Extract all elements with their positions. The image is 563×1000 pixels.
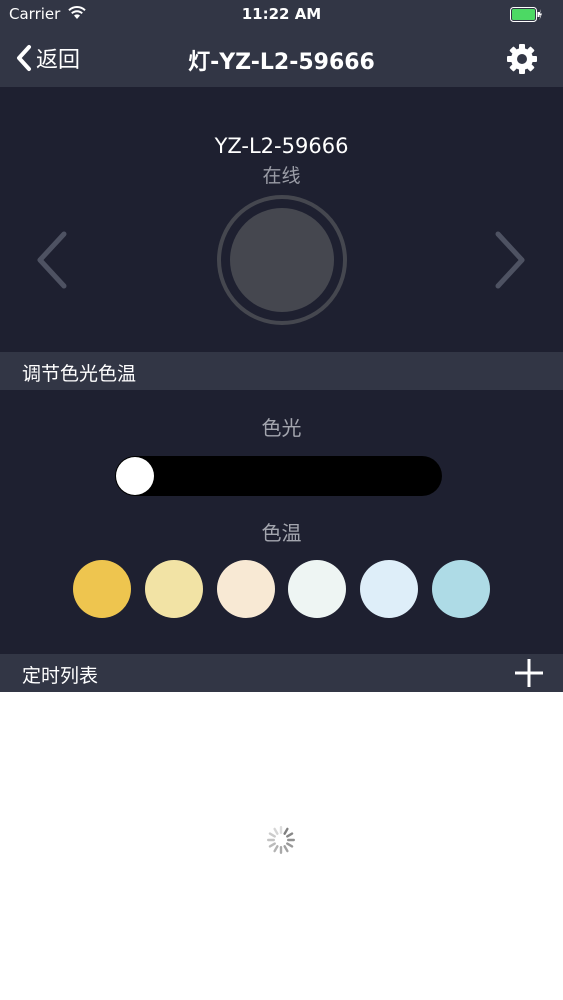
temperature-swatch[interactable] <box>216 560 275 618</box>
section-header-timer: 定时列表 <box>0 654 563 692</box>
adjust-panel: 色光 色温 <box>0 390 563 654</box>
next-device-icon[interactable] <box>490 230 530 290</box>
temperature-swatch[interactable] <box>144 560 203 618</box>
temperature-label: 色温 <box>261 521 302 545</box>
battery-icon <box>510 7 542 22</box>
temperature-swatch[interactable] <box>360 560 419 618</box>
add-timer-icon[interactable] <box>513 657 545 689</box>
section-header-adjust: 调节色光色温 <box>0 352 563 390</box>
header-bar: Carrier 11:22 AM 返回 灯-YZ-L2-59666 <box>0 0 563 87</box>
color-light-slider[interactable] <box>115 456 442 496</box>
device-panel: YZ-L2-59666 在线 <box>0 87 563 352</box>
light-label: 色光 <box>261 416 302 440</box>
previous-device-icon[interactable] <box>32 230 72 290</box>
gear-icon[interactable] <box>505 42 539 76</box>
slider-thumb[interactable] <box>116 457 154 495</box>
lamp-power-button[interactable] <box>215 193 349 327</box>
temperature-swatch[interactable] <box>288 560 347 618</box>
section-title-adjust: 调节色光色温 <box>22 363 137 385</box>
timer-list <box>0 692 563 1000</box>
temperature-swatch[interactable] <box>73 560 131 618</box>
page-title: 灯-YZ-L2-59666 <box>188 50 375 75</box>
navigation-bar: 返回 灯-YZ-L2-59666 <box>0 30 563 87</box>
device-status: 在线 <box>262 165 301 187</box>
temperature-swatch[interactable] <box>432 560 490 618</box>
section-title-timer: 定时列表 <box>22 665 99 687</box>
loading-spinner-icon <box>267 826 295 854</box>
status-bar: Carrier 11:22 AM <box>0 0 563 30</box>
status-time: 11:22 AM <box>241 5 322 23</box>
temperature-swatches <box>0 560 563 618</box>
device-name: YZ-L2-59666 <box>214 134 349 158</box>
